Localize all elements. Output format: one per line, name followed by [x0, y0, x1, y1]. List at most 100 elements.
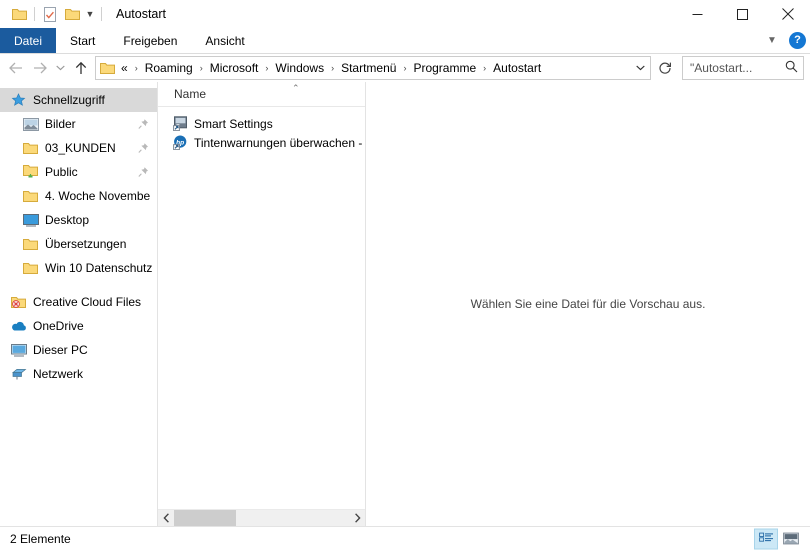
sidebar-item-label: Desktop: [45, 213, 90, 227]
close-button[interactable]: [765, 0, 810, 28]
tab-datei[interactable]: Datei: [0, 28, 57, 53]
breadcrumb-autostart[interactable]: Autostart: [491, 61, 543, 75]
breadcrumb-programme[interactable]: Programme: [411, 61, 478, 75]
sidebar-item-desktop[interactable]: Desktop: [0, 208, 157, 232]
sidebar-item-schnellzugriff[interactable]: Schnellzugriff: [0, 88, 157, 112]
sidebar-item-public[interactable]: Public: [0, 160, 157, 184]
breadcrumb-separator-4[interactable]: ›: [398, 63, 411, 73]
breadcrumb-separator-2[interactable]: ›: [260, 63, 273, 73]
navigation-pane: Schnellzugriff Bilder 03_KUNDEN Public 4…: [0, 82, 158, 526]
ribbon-right-controls: ▼ ?: [763, 28, 806, 53]
sidebar-item-03-kunden[interactable]: 03_KUNDEN: [0, 136, 157, 160]
recent-locations-button[interactable]: [52, 56, 69, 80]
file-name: Smart Settings: [194, 116, 273, 131]
sidebar-item-label: OneDrive: [33, 319, 84, 333]
file-rows: Smart Settings hp Tintenwarnungen überwa…: [158, 107, 365, 509]
address-dropdown-icon[interactable]: [630, 65, 650, 71]
preview-pane: Wählen Sie eine Datei für die Vorschau a…: [366, 82, 810, 526]
creative-cloud-icon: [10, 296, 27, 309]
pin-icon[interactable]: [138, 167, 149, 178]
sidebar-item-label: 4. Woche Novembe: [45, 189, 151, 203]
maximize-button[interactable]: [720, 0, 765, 28]
back-button[interactable]: [4, 56, 28, 80]
search-placeholder: "Autostart...: [690, 61, 753, 75]
sidebar-item-label: Netzwerk: [33, 367, 84, 381]
breadcrumb-separator-3[interactable]: ›: [326, 63, 339, 73]
window-title: Autostart: [116, 7, 167, 21]
address-bar-row: « › Roaming › Microsoft › Windows › Star…: [0, 54, 810, 82]
large-icons-view-button[interactable]: [780, 529, 802, 548]
star-icon: [10, 92, 27, 108]
chevron-down-icon[interactable]: ▼: [83, 4, 97, 24]
search-input[interactable]: "Autostart...: [682, 56, 804, 80]
folder-icon: [22, 238, 39, 251]
shortcut-icon: [172, 116, 188, 131]
new-folder-icon[interactable]: [61, 3, 83, 25]
sidebar-item-label: Creative Cloud Files: [33, 295, 142, 309]
horizontal-scrollbar[interactable]: [158, 509, 365, 526]
breadcrumb-startmenu[interactable]: Startmenü: [339, 61, 398, 75]
this-pc-icon: [10, 343, 27, 357]
shared-folder-icon: [22, 165, 39, 179]
refresh-button[interactable]: [654, 57, 676, 79]
explorer-window: ▼ Autostart Datei Start Freigeben Ansich…: [0, 0, 810, 551]
sidebar-item-netzwerk[interactable]: Netzwerk: [0, 362, 157, 386]
search-icon[interactable]: [785, 60, 798, 76]
preview-placeholder-text: Wählen Sie eine Datei für die Vorschau a…: [470, 297, 706, 311]
folder-icon: [100, 62, 115, 75]
pin-icon[interactable]: [138, 143, 149, 154]
status-bar: 2 Elemente: [0, 526, 810, 551]
folder-icon[interactable]: [8, 3, 30, 25]
breadcrumb-separator-0[interactable]: ›: [130, 63, 143, 73]
pin-icon[interactable]: [138, 119, 149, 130]
details-view-button[interactable]: [754, 528, 778, 550]
up-button[interactable]: [69, 56, 93, 80]
forward-button[interactable]: [28, 56, 52, 80]
tab-start[interactable]: Start: [56, 28, 109, 53]
breadcrumb-roaming[interactable]: Roaming: [143, 61, 195, 75]
toolbar-separator: [34, 7, 35, 21]
scroll-right-button[interactable]: [349, 510, 365, 526]
sidebar-item-onedrive[interactable]: OneDrive: [0, 314, 157, 338]
breadcrumb-overflow[interactable]: «: [119, 61, 130, 75]
sidebar-item-4-woche-november[interactable]: 4. Woche Novembe: [0, 184, 157, 208]
chevron-down-icon[interactable]: ▼: [763, 32, 781, 50]
sidebar-item-label: Schnellzugriff: [33, 93, 105, 107]
scrollbar-thumb[interactable]: [174, 510, 236, 526]
breadcrumb-windows[interactable]: Windows: [273, 61, 326, 75]
main-body: Schnellzugriff Bilder 03_KUNDEN Public 4…: [0, 82, 810, 526]
tab-freigeben[interactable]: Freigeben: [109, 28, 191, 53]
tab-ansicht[interactable]: Ansicht: [191, 28, 258, 53]
sidebar-item-dieser-pc[interactable]: Dieser PC: [0, 338, 157, 362]
folder-icon: [22, 262, 39, 275]
help-icon[interactable]: ?: [789, 32, 806, 49]
breadcrumb-microsoft[interactable]: Microsoft: [208, 61, 261, 75]
pictures-icon: [22, 117, 39, 131]
network-icon: [10, 368, 27, 381]
folder-icon: [22, 142, 39, 155]
address-bar[interactable]: « › Roaming › Microsoft › Windows › Star…: [95, 56, 651, 80]
sidebar-item-creative-cloud-files[interactable]: Creative Cloud Files: [0, 290, 157, 314]
ribbon-tabs: Datei Start Freigeben Ansicht ▼ ?: [0, 28, 810, 54]
list-item[interactable]: Smart Settings: [158, 114, 365, 133]
sidebar-item-label: Public: [45, 165, 78, 179]
breadcrumb-separator-5[interactable]: ›: [478, 63, 491, 73]
onedrive-cloud-icon: [10, 321, 27, 332]
hp-icon: hp: [172, 135, 188, 150]
list-item[interactable]: hp Tintenwarnungen überwachen -: [158, 133, 365, 152]
sidebar-item-uebersetzungen[interactable]: Übersetzungen: [0, 232, 157, 256]
sidebar-item-bilder[interactable]: Bilder: [0, 112, 157, 136]
column-header-row: ⌃ Name: [158, 82, 365, 107]
minimize-button[interactable]: [675, 0, 720, 28]
scroll-left-button[interactable]: [158, 510, 174, 526]
title-bar: ▼ Autostart: [0, 0, 810, 28]
sidebar-item-win-10-datenschutz[interactable]: Win 10 Datenschutz: [0, 256, 157, 280]
column-header-name[interactable]: Name: [174, 87, 206, 101]
sidebar-item-label: Dieser PC: [33, 343, 88, 357]
properties-icon[interactable]: [39, 3, 61, 25]
view-mode-buttons: [754, 528, 802, 550]
sidebar-item-label: Bilder: [45, 117, 76, 131]
breadcrumb-separator-1[interactable]: ›: [195, 63, 208, 73]
scrollbar-track[interactable]: [174, 510, 349, 526]
